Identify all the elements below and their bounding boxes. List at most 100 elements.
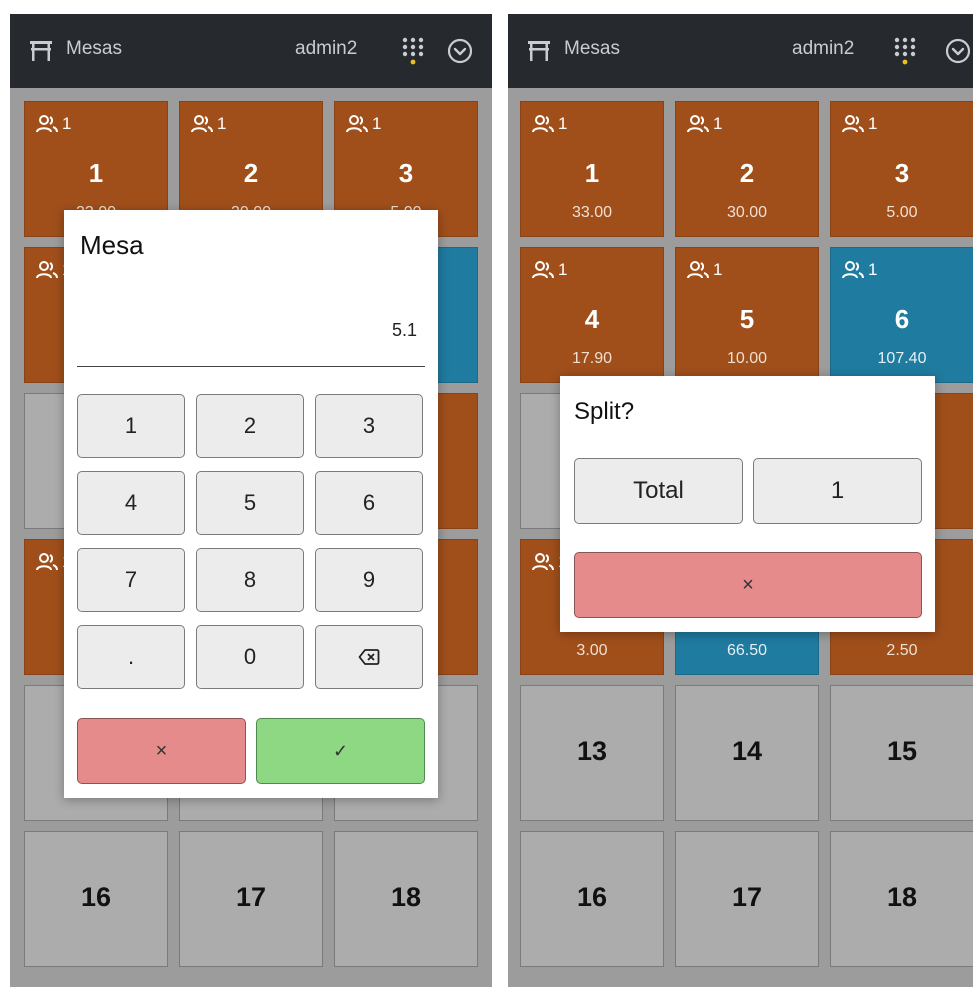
table-number: 4	[584, 304, 600, 334]
guest-count: 1	[686, 260, 722, 280]
table-number: 3	[894, 158, 910, 188]
table-number: 16	[80, 882, 112, 912]
table-amount: 107.40	[877, 350, 927, 367]
table-amount: 2.50	[886, 642, 918, 659]
table-icon	[30, 41, 52, 61]
guest-count: 1	[841, 260, 877, 280]
table-number: 14	[731, 736, 763, 766]
table-number: 3	[398, 158, 414, 188]
guest-count: 1	[35, 114, 71, 134]
key-3[interactable]: 3	[315, 394, 423, 458]
cancel-button[interactable]: ×	[77, 718, 246, 784]
page-title: Mesas	[66, 38, 122, 59]
table-tile[interactable]: 16	[24, 831, 168, 967]
guests-icon	[36, 115, 58, 133]
backspace-icon	[358, 649, 380, 665]
grid-menu-icon[interactable]	[892, 36, 918, 66]
table-tile[interactable]: 14	[675, 685, 819, 821]
guests-icon	[36, 553, 58, 571]
table-number: 18	[390, 882, 422, 912]
guest-count: 1	[531, 114, 567, 134]
split-total-button[interactable]: Total	[574, 458, 743, 524]
guest-count-value: 1	[217, 114, 227, 133]
guests-icon	[532, 553, 554, 571]
guests-icon	[842, 261, 864, 279]
guests-icon	[191, 115, 213, 133]
table-tile[interactable]: 135.00	[830, 101, 973, 237]
backspace-key[interactable]	[315, 625, 423, 689]
guests-icon	[36, 261, 58, 279]
guest-count: 1	[841, 114, 877, 134]
table-amount: 33.00	[571, 204, 613, 221]
guests-icon	[842, 115, 864, 133]
table-tile[interactable]: 1 1 33.00	[520, 101, 664, 237]
guest-count: 1	[531, 260, 567, 280]
mesa-number-dialog: Mesa 5.1 1 2 3 4 5 6 7 8 9 . 0 × ✓	[64, 210, 438, 798]
cancel-button[interactable]: ×	[574, 552, 922, 618]
guest-count-value: 1	[372, 114, 382, 133]
table-icon	[528, 41, 550, 61]
app-header: Mesas admin2	[10, 14, 492, 88]
table-number: 2	[243, 158, 259, 188]
key-9[interactable]: 9	[315, 548, 423, 612]
table-tile[interactable]: 1 2 30.00	[675, 101, 819, 237]
confirm-button[interactable]: ✓	[256, 718, 425, 784]
table-tile[interactable]: 15	[830, 685, 973, 821]
table-amount: 5.00	[886, 204, 918, 221]
key-0[interactable]: 0	[196, 625, 304, 689]
dialog-title: Mesa	[80, 230, 144, 260]
page-title: Mesas	[564, 38, 620, 59]
guest-count-value: 1	[713, 114, 723, 133]
guest-count-value: 1	[868, 260, 878, 279]
table-tile[interactable]: 13	[520, 685, 664, 821]
guests-icon	[687, 261, 709, 279]
table-number: 2	[739, 158, 755, 188]
table-number: 13	[576, 736, 608, 766]
dialog-title: Split?	[574, 398, 635, 425]
table-number: 1	[584, 158, 600, 188]
table-number: 17	[731, 882, 763, 912]
guests-icon	[532, 261, 554, 279]
table-amount: 30.00	[726, 204, 768, 221]
table-tile[interactable]: 1 5 10.00	[675, 247, 819, 383]
table-number: 18	[886, 882, 918, 912]
table-number: 15	[886, 736, 918, 766]
key-1[interactable]: 1	[77, 394, 185, 458]
value-input[interactable]: 5.1	[77, 306, 425, 367]
app-header: Mesas admin2	[508, 14, 973, 88]
table-tile[interactable]: 18	[334, 831, 478, 967]
table-tile[interactable]: 16	[520, 831, 664, 967]
split-dialog: Split? Total 1 ×	[560, 376, 935, 632]
key-4[interactable]: 4	[77, 471, 185, 535]
chevron-down-circle-icon[interactable]	[446, 37, 474, 65]
user-name[interactable]: admin2	[792, 38, 854, 60]
key-2[interactable]: 2	[196, 394, 304, 458]
table-amount: 66.50	[726, 642, 768, 659]
table-number: 16	[576, 882, 608, 912]
table-tile[interactable]: 18	[830, 831, 973, 967]
key-7[interactable]: 7	[77, 548, 185, 612]
guest-count: 1	[190, 114, 226, 134]
table-tile[interactable]: 1 6 107.40	[830, 247, 973, 383]
table-amount: 17.90	[571, 350, 613, 367]
table-tile[interactable]: 17	[179, 831, 323, 967]
guests-icon	[532, 115, 554, 133]
key-decimal[interactable]: .	[77, 625, 185, 689]
split-count-button[interactable]: 1	[753, 458, 922, 524]
table-number: 1	[88, 158, 104, 188]
key-8[interactable]: 8	[196, 548, 304, 612]
key-6[interactable]: 6	[315, 471, 423, 535]
guest-count-value: 1	[713, 260, 723, 279]
table-tile[interactable]: 17	[675, 831, 819, 967]
guest-count-value: 1	[62, 114, 72, 133]
table-number: 6	[894, 304, 910, 334]
guests-icon	[687, 115, 709, 133]
guest-count-value: 1	[558, 114, 568, 133]
grid-menu-icon[interactable]	[400, 36, 426, 66]
table-number: 17	[235, 882, 267, 912]
table-tile[interactable]: 1 4 17.90	[520, 247, 664, 383]
guests-icon	[346, 115, 368, 133]
chevron-down-circle-icon[interactable]	[944, 37, 972, 65]
user-name[interactable]: admin2	[295, 38, 357, 60]
key-5[interactable]: 5	[196, 471, 304, 535]
